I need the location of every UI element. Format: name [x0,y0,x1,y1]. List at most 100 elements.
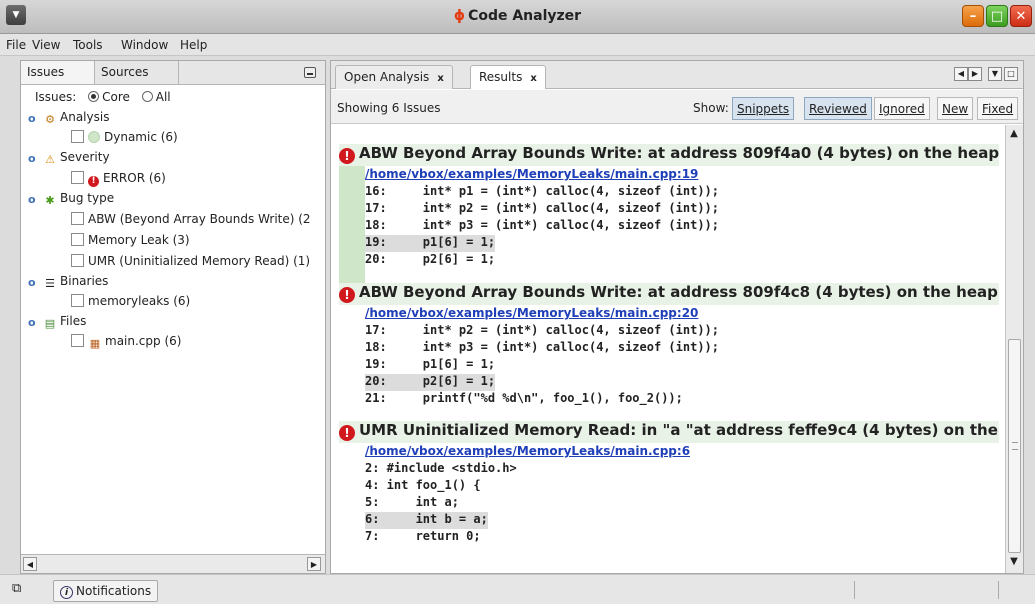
scroll-down-icon[interactable]: ▼ [1007,555,1021,569]
tree-memoryleaks[interactable]: memoryleaks (6) [71,294,190,312]
error-icon: ! [339,148,355,164]
tree-main-cpp[interactable]: ▦ main.cpp (6) [71,334,181,352]
vertical-scrollbar[interactable]: ▲ ▼ [1005,125,1023,573]
window-title: ϕ Code Analyzer [0,8,1035,24]
show-label: Show: [693,101,729,115]
close-button[interactable]: ✕ [1010,5,1032,27]
tree-analysis[interactable]: ⚙ Analysis [43,110,109,128]
dynamic-icon [88,131,100,143]
menu-tools[interactable]: Tools [73,38,103,52]
memoryleaks-checkbox[interactable] [71,294,84,307]
minimize-panel-icon[interactable] [304,67,316,78]
tab-open-analysis-label: Open Analysis [344,70,430,84]
tree-memory-leak[interactable]: Memory Leak (3) [71,233,190,251]
filter-new-button[interactable]: New [937,97,974,120]
close-tab-icon[interactable]: x [437,73,443,84]
issue-title[interactable]: ! ABW Beyond Array Bounds Write: at addre… [339,144,999,166]
main-cpp-checkbox[interactable] [71,334,84,347]
scroll-thumb[interactable] [1008,339,1021,553]
scroll-up-icon[interactable]: ▲ [1007,127,1021,141]
tree-abw[interactable]: ABW (Beyond Array Bounds Write) (2 [71,212,311,230]
filter-reviewed-button[interactable]: Reviewed [804,97,872,120]
code-line: 7: return 0; [365,529,481,543]
horizontal-scrollbar[interactable]: ◀ ▶ [21,554,325,573]
code-line-highlighted: 19: p1[6] = 1; [365,235,496,252]
tree-error[interactable]: ! ERROR (6) [71,171,166,189]
gear-icon: ⚙ [45,113,55,126]
filter-snippets-button[interactable]: Snippets [732,97,795,120]
info-icon: i [60,586,73,599]
tree-memory-leak-label: Memory Leak (3) [88,233,190,247]
window-restore-icon[interactable]: ⧉ [12,581,21,596]
tree-severity-label: Severity [60,150,110,164]
tab-open-analysis[interactable]: Open Analysis x [335,65,453,89]
tree-files[interactable]: ▤ Files [43,314,87,332]
tab-results-label: Results [479,70,523,84]
title-bar: ▼ ϕ Code Analyzer – □ ✕ [0,0,1035,34]
all-radio[interactable] [141,91,153,102]
maximize-button[interactable]: □ [986,5,1008,27]
tree-bugtype[interactable]: ✱ Bug type [43,191,114,209]
tree-dynamic[interactable]: Dynamic (6) [71,130,178,148]
issue-title[interactable]: ! UMR Uninitialized Memory Read: in "a "a… [339,421,999,443]
code-line: 21: printf("%d %d\n", foo_1(), foo_2()); [365,391,683,405]
scroll-right-icon[interactable]: ▶ [307,557,321,571]
maximize-panel-icon[interactable]: □ [1004,67,1018,81]
expand-bugtype-icon[interactable]: o [28,193,36,206]
code-line: 18: int* p3 = (int*) calloc(4, sizeof (i… [365,218,720,232]
expand-binaries-icon[interactable]: o [28,276,36,289]
results-panel: Open Analysis x Results x ◀ ▶ ▼ □ Showing … [330,60,1024,574]
menu-view[interactable]: View [32,38,60,52]
code-line: 19: p1[6] = 1; [365,357,496,371]
minimize-button[interactable]: – [962,5,984,27]
tab-results[interactable]: Results x [470,65,546,89]
folder-icon: ▤ [44,317,56,330]
tree-files-label: Files [60,314,87,328]
tree-binaries[interactable]: ☰ Binaries [43,274,108,292]
menu-help[interactable]: Help [180,38,207,52]
tab-left-icon[interactable]: ◀ [954,67,968,81]
expand-analysis-icon[interactable]: o [28,112,36,125]
tree-bugtype-label: Bug type [60,191,115,205]
bug-icon: ✱ [45,194,55,207]
core-radio[interactable] [88,91,100,102]
dynamic-checkbox[interactable] [71,130,84,143]
menu-window[interactable]: Window [121,38,168,52]
issue-source-link[interactable]: /home/vbox/examples/MemoryLeaks/main.cpp… [365,306,698,320]
tab-right-icon[interactable]: ▶ [968,67,982,81]
filter-ignored-button[interactable]: Ignored [874,97,930,120]
code-line: 17: int* p2 = (int*) calloc(4, sizeof (i… [365,201,720,215]
tree-umr[interactable]: UMR (Uninitialized Memory Read) (1) [71,254,310,272]
issue-source-link[interactable]: /home/vbox/examples/MemoryLeaks/main.cpp… [365,167,698,181]
tree-umr-label: UMR (Uninitialized Memory Read) (1) [88,254,311,268]
issue-title[interactable]: ! ABW Beyond Array Bounds Write: at addre… [339,283,999,305]
expand-severity-icon[interactable]: o [28,152,36,165]
tree-severity[interactable]: ⚠ Severity [43,150,110,168]
tab-sources[interactable]: Sources [95,61,179,84]
memory-leak-checkbox[interactable] [71,233,84,246]
status-divider [998,581,999,599]
error-checkbox[interactable] [71,171,84,184]
code-line: 4: int foo_1() { [365,478,481,492]
notifications-button[interactable]: i Notifications [53,580,159,602]
code-line: 16: int* p1 = (int*) calloc(4, sizeof (i… [365,184,720,198]
tree-analysis-label: Analysis [60,110,110,124]
issue-source-link[interactable]: /home/vbox/examples/MemoryLeaks/main.cpp… [365,444,690,458]
expand-files-icon[interactable]: o [28,316,36,329]
menu-file[interactable]: File [6,38,26,52]
error-icon: ! [339,287,355,303]
filter-fixed-button[interactable]: Fixed [977,97,1019,120]
code-line: 5: int a; [365,495,459,509]
abw-checkbox[interactable] [71,212,84,225]
umr-checkbox[interactable] [71,254,84,267]
scroll-left-icon[interactable]: ◀ [23,557,37,571]
app-logo-icon: ϕ [453,8,466,24]
tree-binaries-label: Binaries [60,274,109,288]
tab-list-icon[interactable]: ▼ [988,67,1002,81]
cpp-file-icon: ▦ [89,337,101,350]
tab-issues[interactable]: Issues [21,61,95,84]
status-bar: ⧉ i Notifications [0,574,1035,604]
close-tab-icon[interactable]: x [530,73,536,84]
filter-toolbar: Showing 6 Issues Show: Snippets Reviewed… [331,90,1023,124]
issues-filter-label: Issues: [35,90,77,104]
